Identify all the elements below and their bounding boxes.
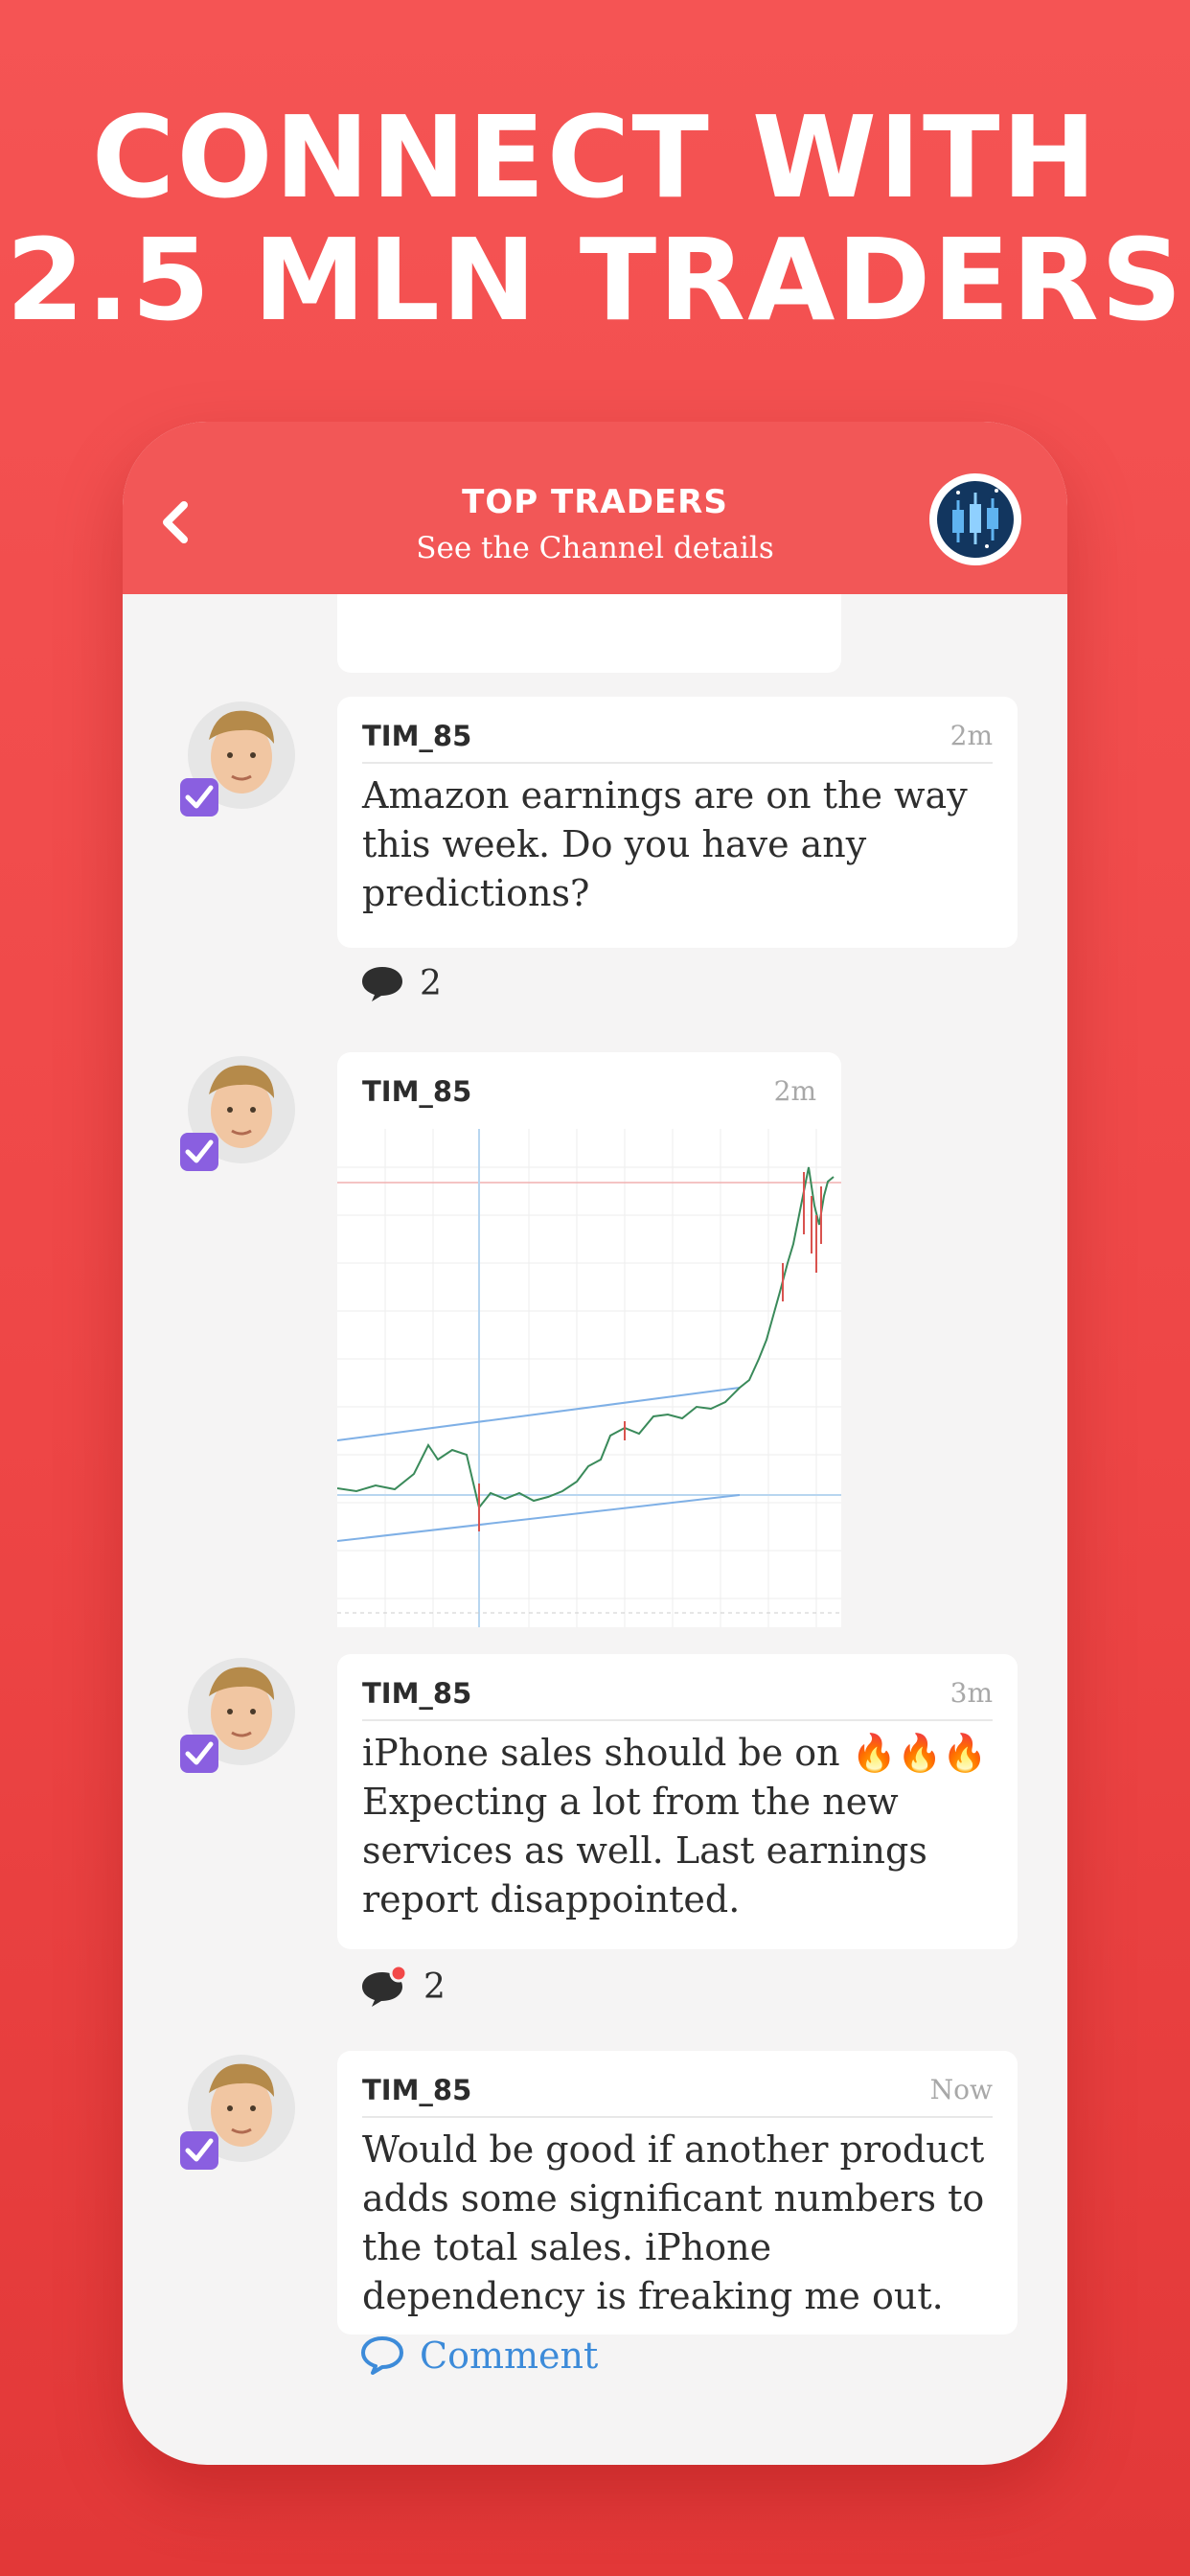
author-name[interactable]: TIM_85 <box>362 720 471 752</box>
avatar[interactable] <box>178 2055 297 2174</box>
comment-icon <box>361 2336 403 2375</box>
channel-header: TOP TRADERS See the Channel details <box>123 422 1067 594</box>
author-name[interactable]: TIM_85 <box>362 1677 471 1710</box>
comment-label: Comment <box>420 2334 599 2377</box>
channel-details-link[interactable]: See the Channel details <box>123 531 1067 565</box>
timestamp: 2m <box>773 1075 816 1107</box>
divider <box>362 762 993 764</box>
timestamp: 3m <box>950 1677 993 1709</box>
replies-link[interactable]: 2 <box>360 964 442 1003</box>
message-card[interactable]: TIM_85 Now Would be good if another prod… <box>337 2051 1018 2334</box>
comment-button[interactable]: Comment <box>360 2334 598 2377</box>
message-card[interactable]: TIM_85 2m Amazon earnings are on the way… <box>337 697 1018 948</box>
avatar[interactable] <box>178 1056 297 1175</box>
channel-title[interactable]: TOP TRADERS <box>123 483 1067 521</box>
reply-count: 2 <box>423 1966 446 2007</box>
timestamp: 2m <box>950 720 993 751</box>
author-name[interactable]: TIM_85 <box>362 1075 471 1108</box>
headline-line-2: 2.5 MLN TRADERS <box>6 214 1184 346</box>
message-card[interactable]: TIM_85 3m iPhone sales should be on 🔥🔥🔥 … <box>337 1654 1018 1949</box>
author-name[interactable]: TIM_85 <box>362 2074 471 2106</box>
message-text: Amazon earnings are on the way this week… <box>362 774 968 914</box>
phone-screen: TOP TRADERS See the Channel details TIM_… <box>123 422 1067 2465</box>
channel-avatar[interactable] <box>929 473 1021 565</box>
headline-line-1: CONNECT WITH <box>91 91 1099 223</box>
avatar[interactable] <box>178 1658 297 1777</box>
message-text: Would be good if another product adds so… <box>362 2128 985 2317</box>
replies-link[interactable]: 2 <box>360 1965 446 2009</box>
headline: CONNECT WITH 2.5 MLN TRADERS <box>0 96 1190 341</box>
unread-dot <box>389 1965 408 1983</box>
divider <box>362 1719 993 1721</box>
previous-message-card <box>337 594 841 673</box>
message-card-image[interactable]: TIM_85 2m <box>336 1052 841 1627</box>
channel-candlestick-icon <box>931 475 1019 564</box>
divider <box>362 2116 993 2118</box>
price-chart-image[interactable] <box>336 1129 841 1627</box>
chat-bubble-icon <box>362 1965 408 2007</box>
avatar[interactable] <box>178 702 297 820</box>
message-text: iPhone sales should be on 🔥🔥🔥 Expecting … <box>362 1732 988 1920</box>
timestamp: Now <box>929 2074 993 2105</box>
reply-count: 2 <box>420 964 442 1003</box>
chat-bubble-icon <box>362 966 402 1001</box>
